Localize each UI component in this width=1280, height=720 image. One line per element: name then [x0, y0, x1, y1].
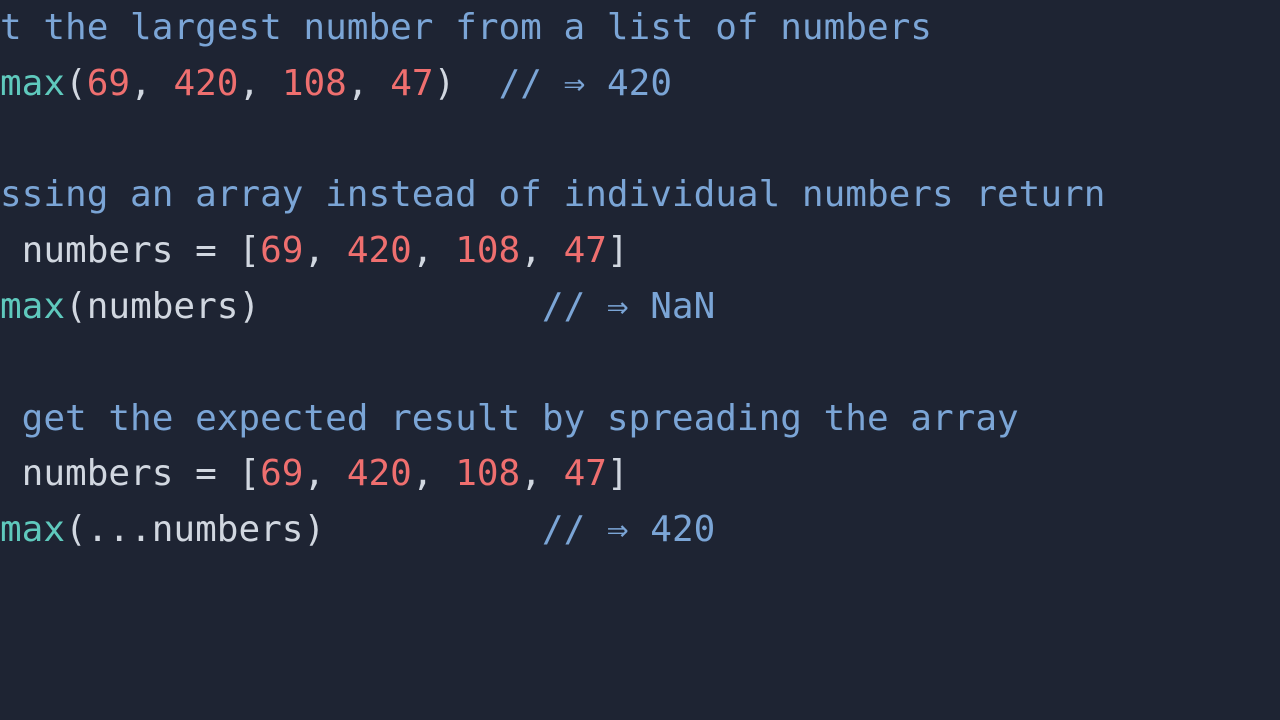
- comma: ,: [412, 230, 455, 271]
- paren-open: (: [65, 509, 87, 550]
- paren-open: (: [65, 286, 87, 327]
- number-literal: 108: [455, 453, 520, 494]
- whitespace: [455, 63, 498, 104]
- result-comment: // ⇒ 420: [499, 63, 672, 104]
- identifier: numbers: [152, 509, 304, 550]
- assignment: numbers = [: [0, 230, 260, 271]
- number-literal: 420: [173, 63, 238, 104]
- result-comment: // ⇒ NaN: [542, 286, 715, 327]
- comma: ,: [520, 230, 563, 271]
- function-name: max: [0, 509, 65, 550]
- number-literal: 69: [260, 453, 303, 494]
- bracket-close: ]: [607, 230, 629, 271]
- paren-close: ): [238, 286, 260, 327]
- comma: ,: [347, 63, 390, 104]
- number-literal: 47: [564, 453, 607, 494]
- bracket-close: ]: [607, 453, 629, 494]
- comma: ,: [238, 63, 281, 104]
- whitespace: [260, 286, 542, 327]
- number-literal: 108: [455, 230, 520, 271]
- comma: ,: [303, 453, 346, 494]
- number-literal: 47: [564, 230, 607, 271]
- comma: ,: [130, 63, 173, 104]
- comma: ,: [412, 453, 455, 494]
- paren-close: ): [303, 509, 325, 550]
- number-literal: 420: [347, 230, 412, 271]
- function-name: max: [0, 63, 65, 104]
- comment-line: ssing an array instead of individual num…: [0, 174, 1105, 215]
- spread-operator: ...: [87, 509, 152, 550]
- identifier: numbers: [87, 286, 239, 327]
- comma: ,: [303, 230, 346, 271]
- number-literal: 69: [87, 63, 130, 104]
- paren-close: ): [434, 63, 456, 104]
- assignment: numbers = [: [0, 453, 260, 494]
- function-name: max: [0, 286, 65, 327]
- paren-open: (: [65, 63, 87, 104]
- comment-line: t the largest number from a list of numb…: [0, 7, 932, 48]
- number-literal: 420: [347, 453, 412, 494]
- whitespace: [325, 509, 542, 550]
- number-literal: 108: [282, 63, 347, 104]
- code-block: t the largest number from a list of numb…: [0, 0, 1280, 558]
- comma: ,: [520, 453, 563, 494]
- number-literal: 69: [260, 230, 303, 271]
- number-literal: 47: [390, 63, 433, 104]
- result-comment: // ⇒ 420: [542, 509, 715, 550]
- comment-line: get the expected result by spreading the…: [0, 398, 1019, 439]
